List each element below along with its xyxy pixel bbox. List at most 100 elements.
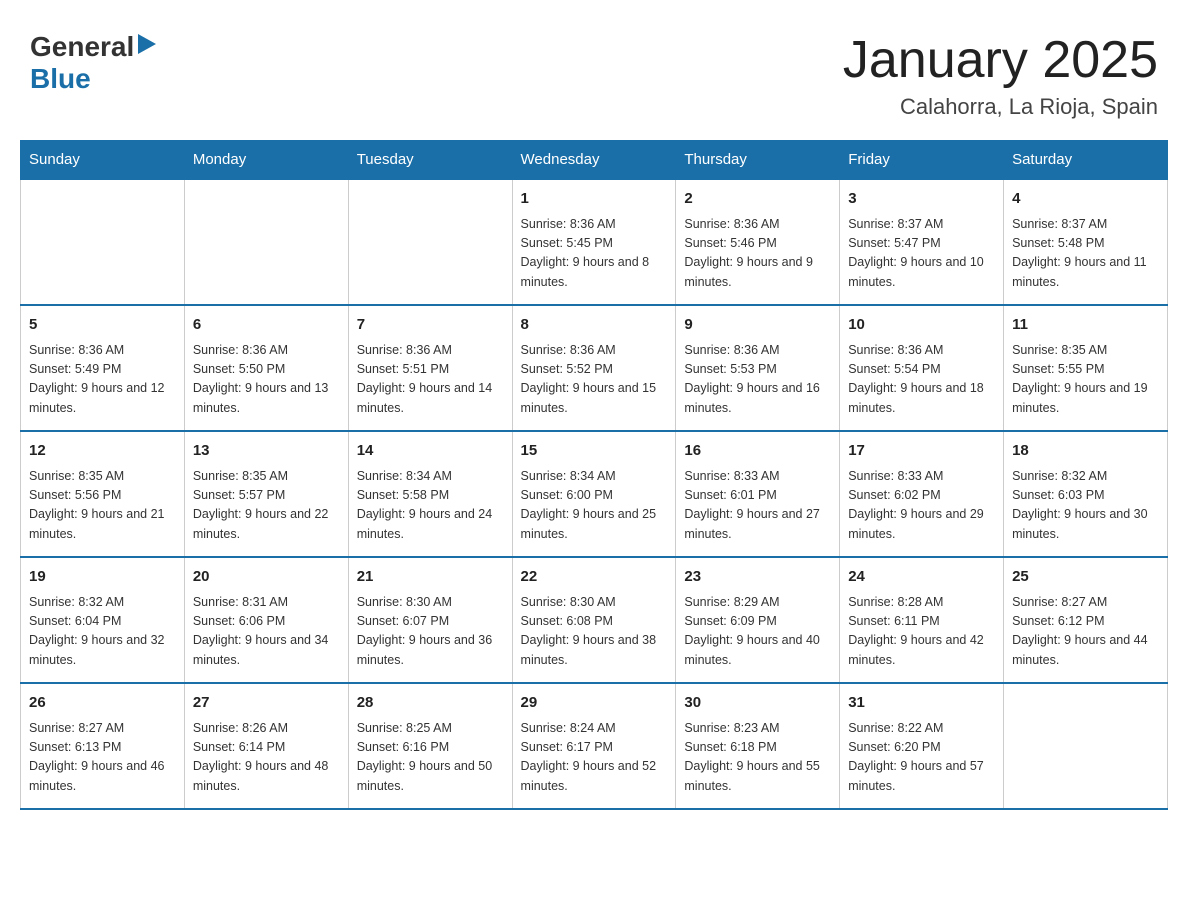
day-info: Sunrise: 8:32 AMSunset: 6:03 PMDaylight:… bbox=[1012, 467, 1159, 545]
day-of-week-header: Monday bbox=[184, 141, 348, 180]
day-info: Sunrise: 8:34 AMSunset: 5:58 PMDaylight:… bbox=[357, 467, 504, 545]
day-number: 30 bbox=[684, 692, 831, 715]
calendar-cell: 7 Sunrise: 8:36 AMSunset: 5:51 PMDaylight… bbox=[348, 305, 512, 431]
calendar-cell: 26Sunrise: 8:27 AMSunset: 6:13 PMDayligh… bbox=[21, 683, 185, 809]
logo-arrow-icon bbox=[138, 30, 160, 58]
calendar-cell: 2 Sunrise: 8:36 AMSunset: 5:46 PMDaylight… bbox=[676, 179, 840, 305]
calendar-cell: 31 Sunrise: 8:22 AMSunset: 6:20 PMDayligh… bbox=[840, 683, 1004, 809]
calendar-cell: 22Sunrise: 8:30 AMSunset: 6:08 PMDayligh… bbox=[512, 557, 676, 683]
day-info: Sunrise: 8:36 AMSunset: 5:49 PMDaylight:… bbox=[29, 341, 176, 419]
day-number: 19 bbox=[29, 566, 176, 589]
day-info: Sunrise: 8:28 AMSunset: 6:11 PMDaylight:… bbox=[848, 593, 995, 671]
day-info: Sunrise: 8:36 AMSunset: 5:45 PMDaylight:… bbox=[521, 215, 668, 293]
calendar-cell: 9 Sunrise: 8:36 AMSunset: 5:53 PMDaylight… bbox=[676, 305, 840, 431]
day-number: 17 bbox=[848, 440, 995, 463]
calendar-cell: 4Sunrise: 8:37 AMSunset: 5:48 PMDaylight… bbox=[1004, 179, 1168, 305]
calendar-table: SundayMondayTuesdayWednesdayThursdayFrid… bbox=[20, 140, 1168, 810]
logo-general-text: General bbox=[30, 31, 134, 63]
day-of-week-header: Friday bbox=[840, 141, 1004, 180]
calendar-cell: 16 Sunrise: 8:33 AMSunset: 6:01 PMDayligh… bbox=[676, 431, 840, 557]
day-number: 24 bbox=[848, 566, 995, 589]
day-info: Sunrise: 8:29 AMSunset: 6:09 PMDaylight:… bbox=[684, 593, 831, 671]
day-number: 1 bbox=[521, 188, 668, 211]
day-number: 10 bbox=[848, 314, 995, 337]
day-number: 5 bbox=[29, 314, 176, 337]
calendar-cell: 5 Sunrise: 8:36 AMSunset: 5:49 PMDaylight… bbox=[21, 305, 185, 431]
calendar-cell: 18 Sunrise: 8:32 AMSunset: 6:03 PMDayligh… bbox=[1004, 431, 1168, 557]
calendar-week-row: 12 Sunrise: 8:35 AMSunset: 5:56 PMDayligh… bbox=[21, 431, 1168, 557]
day-number: 22 bbox=[521, 566, 668, 589]
calendar-cell: 3Sunrise: 8:37 AMSunset: 5:47 PMDaylight… bbox=[840, 179, 1004, 305]
calendar-cell: 11 Sunrise: 8:35 AMSunset: 5:55 PMDayligh… bbox=[1004, 305, 1168, 431]
day-info: Sunrise: 8:22 AMSunset: 6:20 PMDaylight:… bbox=[848, 719, 995, 797]
day-number: 15 bbox=[521, 440, 668, 463]
day-info: Sunrise: 8:36 AMSunset: 5:46 PMDaylight:… bbox=[684, 215, 831, 293]
calendar-cell: 10Sunrise: 8:36 AMSunset: 5:54 PMDayligh… bbox=[840, 305, 1004, 431]
page-header: General Blue January 2025 Calahorra, La … bbox=[20, 20, 1168, 120]
calendar-cell bbox=[184, 179, 348, 305]
logo-blue-text: Blue bbox=[30, 63, 91, 95]
day-number: 3 bbox=[848, 188, 995, 211]
calendar-week-row: 5 Sunrise: 8:36 AMSunset: 5:49 PMDaylight… bbox=[21, 305, 1168, 431]
day-number: 20 bbox=[193, 566, 340, 589]
calendar-cell: 20 Sunrise: 8:31 AMSunset: 6:06 PMDayligh… bbox=[184, 557, 348, 683]
day-number: 11 bbox=[1012, 314, 1159, 337]
calendar-cell: 30Sunrise: 8:23 AMSunset: 6:18 PMDayligh… bbox=[676, 683, 840, 809]
day-info: Sunrise: 8:35 AMSunset: 5:55 PMDaylight:… bbox=[1012, 341, 1159, 419]
calendar-cell: 19 Sunrise: 8:32 AMSunset: 6:04 PMDayligh… bbox=[21, 557, 185, 683]
calendar-cell: 13 Sunrise: 8:35 AMSunset: 5:57 PMDayligh… bbox=[184, 431, 348, 557]
day-info: Sunrise: 8:36 AMSunset: 5:50 PMDaylight:… bbox=[193, 341, 340, 419]
day-info: Sunrise: 8:35 AMSunset: 5:56 PMDaylight:… bbox=[29, 467, 176, 545]
day-of-week-header: Thursday bbox=[676, 141, 840, 180]
day-of-week-header: Sunday bbox=[21, 141, 185, 180]
day-number: 16 bbox=[684, 440, 831, 463]
calendar-cell: 6 Sunrise: 8:36 AMSunset: 5:50 PMDaylight… bbox=[184, 305, 348, 431]
day-number: 26 bbox=[29, 692, 176, 715]
calendar-cell bbox=[21, 179, 185, 305]
calendar-cell: 17 Sunrise: 8:33 AMSunset: 6:02 PMDayligh… bbox=[840, 431, 1004, 557]
day-of-week-header: Tuesday bbox=[348, 141, 512, 180]
day-info: Sunrise: 8:25 AMSunset: 6:16 PMDaylight:… bbox=[357, 719, 504, 797]
title-block: January 2025 Calahorra, La Rioja, Spain bbox=[843, 30, 1158, 120]
calendar-cell bbox=[348, 179, 512, 305]
day-number: 25 bbox=[1012, 566, 1159, 589]
page-subtitle: Calahorra, La Rioja, Spain bbox=[843, 94, 1158, 120]
calendar-cell: 14 Sunrise: 8:34 AMSunset: 5:58 PMDayligh… bbox=[348, 431, 512, 557]
day-number: 18 bbox=[1012, 440, 1159, 463]
day-number: 4 bbox=[1012, 188, 1159, 211]
day-info: Sunrise: 8:36 AMSunset: 5:51 PMDaylight:… bbox=[357, 341, 504, 419]
day-number: 14 bbox=[357, 440, 504, 463]
day-info: Sunrise: 8:35 AMSunset: 5:57 PMDaylight:… bbox=[193, 467, 340, 545]
day-number: 27 bbox=[193, 692, 340, 715]
day-number: 28 bbox=[357, 692, 504, 715]
day-info: Sunrise: 8:32 AMSunset: 6:04 PMDaylight:… bbox=[29, 593, 176, 671]
logo: General Blue bbox=[30, 30, 160, 95]
calendar-cell: 8Sunrise: 8:36 AMSunset: 5:52 PMDaylight… bbox=[512, 305, 676, 431]
day-number: 6 bbox=[193, 314, 340, 337]
day-of-week-header: Wednesday bbox=[512, 141, 676, 180]
day-number: 7 bbox=[357, 314, 504, 337]
calendar-cell: 21 Sunrise: 8:30 AMSunset: 6:07 PMDayligh… bbox=[348, 557, 512, 683]
calendar-header-row: SundayMondayTuesdayWednesdayThursdayFrid… bbox=[21, 141, 1168, 180]
calendar-week-row: 19 Sunrise: 8:32 AMSunset: 6:04 PMDayligh… bbox=[21, 557, 1168, 683]
calendar-cell bbox=[1004, 683, 1168, 809]
day-of-week-header: Saturday bbox=[1004, 141, 1168, 180]
day-info: Sunrise: 8:36 AMSunset: 5:53 PMDaylight:… bbox=[684, 341, 831, 419]
day-number: 12 bbox=[29, 440, 176, 463]
day-number: 13 bbox=[193, 440, 340, 463]
day-info: Sunrise: 8:34 AMSunset: 6:00 PMDaylight:… bbox=[521, 467, 668, 545]
day-number: 31 bbox=[848, 692, 995, 715]
calendar-cell: 27Sunrise: 8:26 AMSunset: 6:14 PMDayligh… bbox=[184, 683, 348, 809]
day-info: Sunrise: 8:27 AMSunset: 6:12 PMDaylight:… bbox=[1012, 593, 1159, 671]
calendar-cell: 28 Sunrise: 8:25 AMSunset: 6:16 PMDayligh… bbox=[348, 683, 512, 809]
day-info: Sunrise: 8:33 AMSunset: 6:01 PMDaylight:… bbox=[684, 467, 831, 545]
calendar-cell: 1 Sunrise: 8:36 AMSunset: 5:45 PMDaylight… bbox=[512, 179, 676, 305]
day-info: Sunrise: 8:33 AMSunset: 6:02 PMDaylight:… bbox=[848, 467, 995, 545]
day-info: Sunrise: 8:31 AMSunset: 6:06 PMDaylight:… bbox=[193, 593, 340, 671]
day-number: 9 bbox=[684, 314, 831, 337]
calendar-cell: 23Sunrise: 8:29 AMSunset: 6:09 PMDayligh… bbox=[676, 557, 840, 683]
day-number: 21 bbox=[357, 566, 504, 589]
day-number: 29 bbox=[521, 692, 668, 715]
day-number: 2 bbox=[684, 188, 831, 211]
day-info: Sunrise: 8:30 AMSunset: 6:07 PMDaylight:… bbox=[357, 593, 504, 671]
